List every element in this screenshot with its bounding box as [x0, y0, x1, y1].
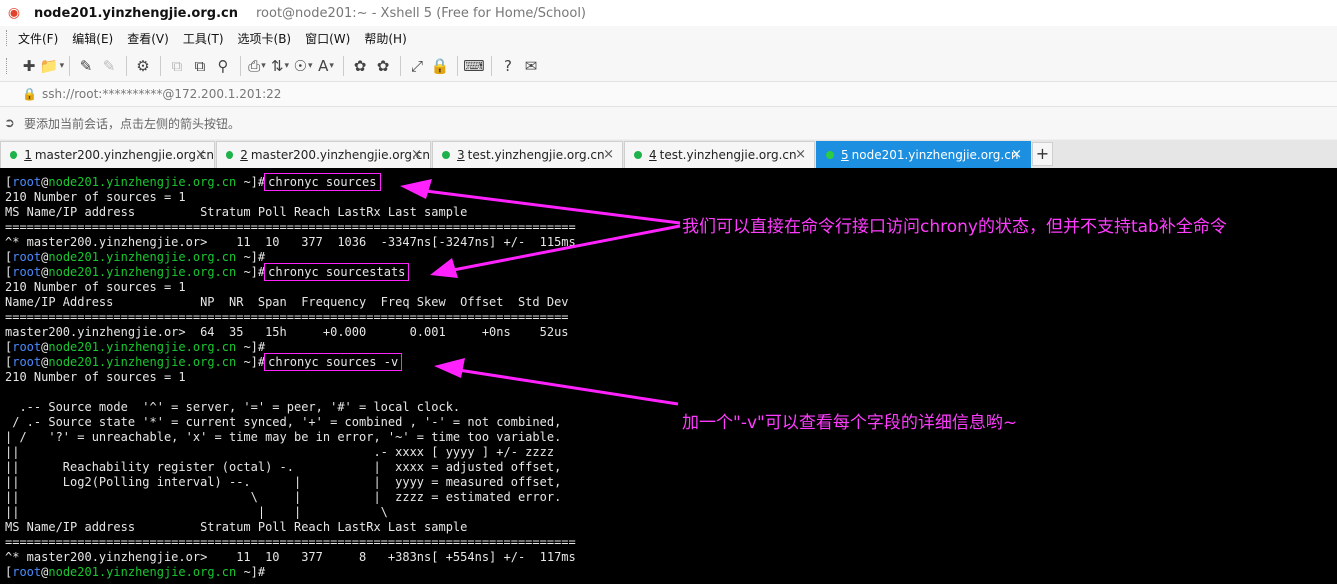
toolbar-separator	[160, 55, 161, 76]
annotation-text-1: 我们可以直接在命令行接口访问chrony的状态，但并不支持tab补全命令	[682, 217, 1227, 237]
add-session-arrow-icon[interactable]: ➲	[4, 116, 20, 131]
annotation-text-2: 加一个"-v"可以查看每个字段的详细信息哟~	[682, 413, 1018, 433]
disconnect-icon[interactable]: ✎	[98, 55, 120, 77]
toolbar-separator	[240, 55, 241, 76]
close-tab-icon[interactable]: ×	[411, 147, 422, 162]
tab-session-1[interactable]: 1 master200.yinzhengjie.org.cn ×	[0, 141, 215, 168]
new-session-icon[interactable]: ✚	[18, 55, 40, 77]
tab-label: test.yinzhengjie.org.cn	[467, 148, 605, 162]
chat-icon[interactable]: ✉	[520, 55, 542, 77]
paste-icon[interactable]: ⧉	[189, 55, 211, 77]
menu-tabs[interactable]: 选项卡(B)	[238, 30, 292, 47]
menu-help[interactable]: 帮助(H)	[364, 30, 406, 47]
tab-session-5[interactable]: 5 node201.yinzhengjie.org.cn ×	[816, 141, 1031, 168]
connected-status-icon	[634, 151, 642, 159]
tab-bar: 1 master200.yinzhengjie.org.cn × 2 maste…	[0, 140, 1337, 168]
terminal-area[interactable]: [root@node201.yinzhengjie.org.cn ~]# chro…	[0, 168, 1337, 584]
toolbar: ✚ 📁 ✎ ✎ ⚙ ⧉ ⧉ ⚲ ⎙ ⇅ ☉ A ✿ ✿ ⤢ 🔒 ⌨ ? ✉	[0, 50, 1337, 82]
connected-status-icon	[826, 151, 834, 159]
toolbar-separator	[400, 55, 401, 76]
arrow-head-1	[400, 179, 432, 199]
new-tab-button[interactable]: +	[1032, 142, 1053, 166]
xftp-icon[interactable]: ✿	[349, 55, 371, 77]
menubar-grip	[6, 30, 10, 46]
close-tab-icon[interactable]: ×	[603, 147, 614, 162]
toolbar-separator	[491, 55, 492, 76]
menu-bar: 文件(F) 编辑(E) 查看(V) 工具(T) 选项卡(B) 窗口(W) 帮助(…	[0, 26, 1337, 50]
toolbar-grip	[6, 57, 10, 74]
tab-label: master200.yinzhengjie.org.cn	[250, 148, 430, 162]
arrow-head-3	[434, 358, 465, 378]
session-address[interactable]: ssh://root:**********@172.200.1.201:22	[42, 87, 281, 101]
help-icon[interactable]: ?	[497, 55, 519, 77]
menu-window[interactable]: 窗口(W)	[305, 30, 350, 47]
xshell-logo-icon: ◉	[7, 5, 21, 21]
toolbar-separator	[69, 55, 70, 76]
tab-number: 5	[841, 148, 849, 162]
connected-status-icon	[226, 151, 234, 159]
lock-icon: 🔒	[22, 87, 37, 101]
reconnect-icon[interactable]: ✎	[75, 55, 97, 77]
title-bar: ◉ node201.yinzhengjie.org.cn root@node20…	[0, 0, 1337, 26]
lock-screen-icon[interactable]: 🔒	[429, 55, 451, 77]
address-bar[interactable]: 🔒 ssh://root:**********@172.200.1.201:22	[0, 82, 1337, 107]
close-tab-icon[interactable]: ×	[195, 147, 206, 162]
toolbar-separator	[343, 55, 344, 76]
globe-icon[interactable]: ☉	[292, 55, 314, 77]
tab-number: 4	[649, 148, 657, 162]
toolbar-separator	[457, 55, 458, 76]
transfer-icon[interactable]: ⇅	[269, 55, 291, 77]
menu-tools[interactable]: 工具(T)	[183, 30, 224, 47]
fullscreen-icon[interactable]: ⤢	[406, 55, 428, 77]
tab-label: test.yinzhengjie.org.cn	[659, 148, 797, 162]
print-icon[interactable]: ⎙	[246, 55, 268, 77]
open-folder-icon[interactable]: 📁	[40, 55, 63, 77]
find-icon[interactable]: ⚲	[212, 55, 234, 77]
xftp-new-icon[interactable]: ✿	[372, 55, 394, 77]
font-icon[interactable]: A	[315, 55, 337, 77]
hint-bar: ➲ 要添加当前会话，点击左侧的箭头按钮。	[0, 107, 1337, 139]
window-title: root@node201:~ - Xshell 5 (Free for Home…	[255, 5, 587, 21]
tab-session-2[interactable]: 2 master200.yinzhengjie.org.cn ×	[216, 141, 431, 168]
tab-number: 3	[457, 148, 465, 162]
arrow-head-2	[430, 258, 458, 278]
tab-session-4[interactable]: 4 test.yinzhengjie.org.cn ×	[624, 141, 815, 168]
close-tab-icon[interactable]: ×	[1011, 147, 1022, 162]
keyboard-icon[interactable]: ⌨	[463, 55, 485, 77]
connected-status-icon	[442, 151, 450, 159]
arrow-line-2	[447, 224, 681, 273]
arrow-line-3	[451, 367, 679, 406]
tab-label: node201.yinzhengjie.org.cn	[851, 148, 1019, 162]
tab-session-3[interactable]: 3 test.yinzhengjie.org.cn ×	[432, 141, 623, 168]
menu-file[interactable]: 文件(F)	[18, 30, 58, 47]
session-host-title: node201.yinzhengjie.org.cn	[34, 5, 238, 21]
tab-number: 1	[24, 148, 32, 162]
arrow-line-1	[417, 188, 681, 225]
menu-edit[interactable]: 编辑(E)	[72, 30, 113, 47]
connected-status-icon	[10, 151, 18, 159]
close-tab-icon[interactable]: ×	[795, 147, 806, 162]
tab-label: master200.yinzhengjie.org.cn	[34, 148, 214, 162]
hint-text: 要添加当前会话，点击左侧的箭头按钮。	[24, 116, 241, 131]
copy-icon[interactable]: ⧉	[166, 55, 188, 77]
menu-view[interactable]: 查看(V)	[127, 30, 169, 47]
toolbar-separator	[126, 55, 127, 76]
properties-icon[interactable]: ⚙	[132, 55, 154, 77]
tab-number: 2	[240, 148, 248, 162]
